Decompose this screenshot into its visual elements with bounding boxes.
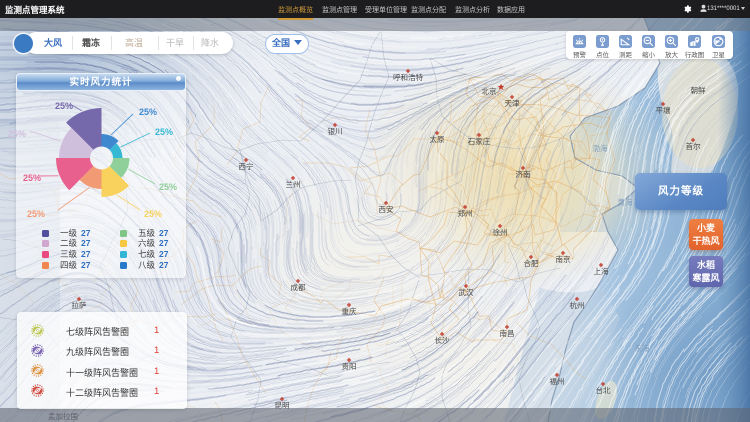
svg-text:太原: 太原 [430, 134, 445, 144]
svg-text:南京: 南京 [556, 254, 571, 264]
svg-text:武汉: 武汉 [459, 287, 474, 297]
svg-text:重庆: 重庆 [342, 306, 357, 316]
svg-text:黄海: 黄海 [618, 197, 633, 207]
svg-text:拉萨: 拉萨 [72, 300, 87, 310]
svg-text:上海: 上海 [594, 266, 609, 276]
svg-text:平壤: 平壤 [656, 105, 671, 115]
svg-text:杭州: 杭州 [570, 300, 585, 310]
svg-text:西宁: 西宁 [239, 161, 254, 171]
svg-text:渤海: 渤海 [593, 143, 608, 153]
svg-text:呼和浩特: 呼和浩特 [393, 72, 423, 82]
svg-text:朝鲜: 朝鲜 [691, 85, 706, 95]
svg-text:天津: 天津 [505, 99, 520, 108]
svg-text:合肥: 合肥 [524, 258, 539, 268]
svg-text:长沙: 长沙 [435, 335, 450, 345]
svg-text:贵阳: 贵阳 [342, 361, 357, 371]
svg-text:石家庄: 石家庄 [468, 136, 491, 146]
svg-text:南昌: 南昌 [500, 328, 515, 338]
svg-text:东海: 东海 [635, 343, 650, 353]
svg-text:成都: 成都 [291, 282, 306, 292]
svg-text:兰州: 兰州 [286, 179, 301, 189]
svg-text:首尔: 首尔 [686, 141, 701, 151]
svg-text:郑州: 郑州 [458, 208, 473, 218]
svg-text:西安: 西安 [379, 204, 394, 214]
svg-text:济南: 济南 [516, 169, 531, 179]
svg-text:福州: 福州 [550, 377, 565, 386]
svg-text:徐州: 徐州 [493, 227, 508, 237]
svg-text:北京: 北京 [482, 86, 497, 96]
svg-text:银川: 银川 [328, 127, 343, 136]
svg-text:台北: 台北 [596, 385, 611, 395]
